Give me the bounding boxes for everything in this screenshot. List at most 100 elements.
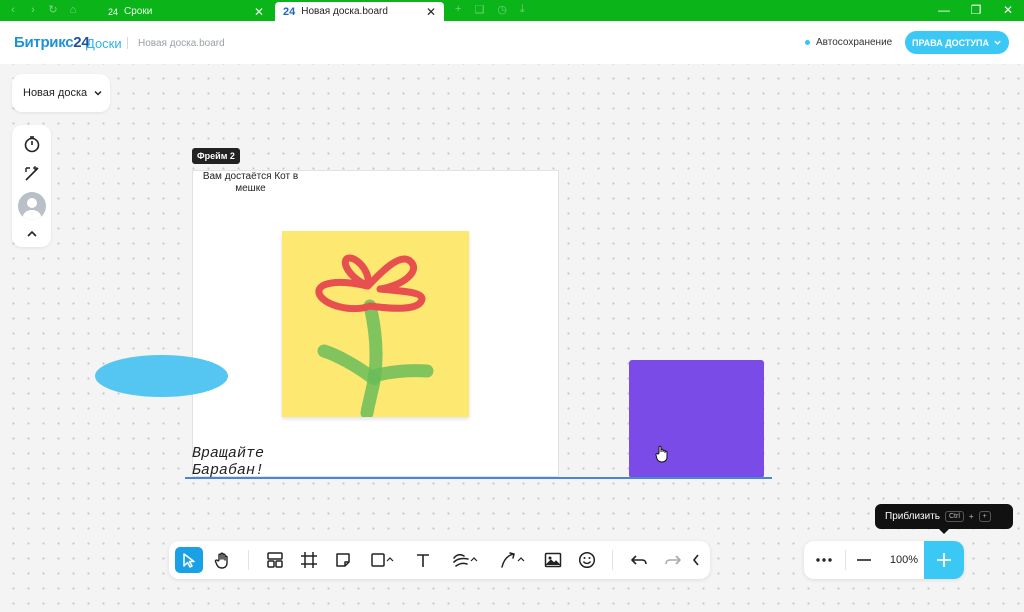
pen-tool-button[interactable]: [447, 547, 483, 573]
chevron-up-icon: [26, 230, 37, 237]
tooltip-key-plus: +: [968, 512, 974, 521]
zoom-level[interactable]: 100%: [884, 547, 924, 573]
tooltip-label: Приблизить: [885, 511, 940, 522]
hand-cursor-icon: [655, 445, 668, 463]
laser-pointer-button[interactable]: [12, 164, 51, 182]
zoom-divider: [845, 550, 846, 570]
tooltip-key-ctrl: Ctrl: [945, 511, 964, 522]
minimize-icon[interactable]: —: [928, 0, 960, 21]
browser-nav-icons: ‹ › ↻ ⌂: [6, 3, 80, 17]
sticky-note-icon: [336, 553, 350, 567]
zoom-in-button[interactable]: [924, 541, 964, 579]
undo-icon: [631, 555, 647, 565]
rectangle-shape[interactable]: [629, 360, 764, 478]
emoji-icon: [578, 551, 596, 569]
home-icon[interactable]: ⌂: [66, 3, 80, 17]
redo-icon: [665, 555, 681, 565]
status-dot-icon: [805, 40, 810, 45]
text-icon: [417, 554, 429, 567]
text-tool-button[interactable]: [409, 547, 437, 573]
hand-icon: [214, 552, 228, 569]
new-tab-icon[interactable]: +: [455, 3, 461, 16]
minus-icon: [857, 559, 871, 561]
close-window-icon[interactable]: ✕: [992, 0, 1024, 21]
caret-up-icon: [470, 557, 478, 562]
user-avatar-button[interactable]: [12, 192, 51, 220]
ellipse-shape[interactable]: [95, 355, 228, 397]
caret-up-icon: [517, 557, 525, 562]
zoom-out-button[interactable]: [852, 547, 876, 573]
frame-icon: [301, 552, 317, 568]
tab-close-icon[interactable]: ✕: [426, 5, 436, 19]
bitrix24-logo[interactable]: Битрикс24: [14, 34, 90, 51]
timer-icon: [24, 136, 39, 153]
frame-text[interactable]: Вам достаётся Кот в мешке: [198, 171, 303, 195]
header-divider: [127, 37, 128, 49]
bottom-toolbar: [169, 541, 710, 579]
tab-label: Новая доска.board: [301, 6, 388, 17]
document-title: Новая доска.board: [138, 38, 225, 49]
tab-new-board[interactable]: 24 Новая доска.board ✕: [275, 2, 444, 21]
back-icon[interactable]: ‹: [6, 3, 20, 17]
templates-button[interactable]: [261, 547, 289, 573]
tab-label: Сроки: [124, 6, 153, 17]
spin-drum-text[interactable]: Вращайте Барабан!: [192, 445, 264, 479]
autosave-label: Автосохранение: [816, 37, 893, 48]
logo-suffix: Доски: [86, 36, 122, 51]
plus-icon: [937, 553, 951, 567]
chevron-left-icon: [692, 554, 699, 566]
caret-up-icon: [386, 557, 394, 562]
pen-icon: [453, 553, 469, 567]
bitrix-favicon-icon: 24: [283, 5, 296, 18]
chevron-down-icon: [994, 40, 1001, 45]
downloads-icon[interactable]: ⤓: [520, 3, 525, 16]
zoom-in-tooltip: Приблизить Ctrl + +: [875, 504, 1013, 529]
chevron-down-icon: [94, 90, 102, 96]
tab-close-icon[interactable]: ✕: [254, 5, 264, 19]
redo-button[interactable]: [659, 547, 687, 573]
tooltip-key-plus: +: [978, 511, 991, 522]
timer-button[interactable]: [12, 135, 51, 153]
toolbar-divider: [248, 550, 249, 570]
laser-pointer-icon: [24, 166, 39, 181]
logo-text: Битрикс: [14, 34, 74, 51]
maximize-icon[interactable]: ❐: [960, 0, 992, 21]
left-toolbar: [12, 125, 51, 247]
reload-icon[interactable]: ↻: [46, 3, 60, 17]
select-icon: [183, 553, 195, 568]
undo-button[interactable]: [625, 547, 653, 573]
tab-sroki[interactable]: 24 Сроки ✕: [100, 2, 272, 21]
connector-tool-button[interactable]: [495, 547, 529, 573]
tooltip-arrow: [939, 529, 949, 534]
hand-tool-button[interactable]: [209, 547, 237, 573]
avatar: [17, 192, 46, 220]
more-options-button[interactable]: [812, 547, 836, 573]
connector-icon: [501, 552, 515, 568]
board-dropdown-label: Новая доска: [23, 87, 88, 99]
shape-tool-button[interactable]: [365, 547, 399, 573]
line-shape[interactable]: [185, 477, 772, 479]
more-dots-icon: [816, 558, 832, 562]
collapse-panel-button[interactable]: [12, 227, 51, 241]
frame-tool-button[interactable]: [295, 547, 323, 573]
history-icon[interactable]: ◷: [497, 3, 507, 16]
emoji-button[interactable]: [573, 547, 601, 573]
frame-label[interactable]: Фрейм 2: [192, 148, 240, 164]
forward-icon[interactable]: ›: [26, 3, 40, 17]
access-rights-button[interactable]: ПРАВА ДОСТУПА: [905, 31, 1009, 54]
access-rights-label: ПРАВА ДОСТУПА: [912, 37, 989, 48]
image-upload-button[interactable]: [539, 547, 567, 573]
flower-drawing: [315, 254, 434, 420]
flower-stem: [317, 299, 434, 420]
bitrix-favicon-icon: 24: [108, 6, 119, 17]
select-tool-button[interactable]: [175, 547, 203, 573]
app-header: Битрикс24 Доски Новая доска.board Автосо…: [0, 21, 1024, 64]
sticky-note[interactable]: [282, 231, 469, 420]
collapse-toolbar-button[interactable]: [687, 547, 705, 573]
templates-icon: [267, 552, 283, 568]
browser-tab-bar: ‹ › ↻ ⌂ 24 Сроки ✕ 24 Новая доска.board …: [0, 0, 1024, 21]
board-dropdown[interactable]: Новая доска: [12, 74, 110, 112]
collections-icon[interactable]: ❑: [474, 3, 484, 16]
sticky-note-button[interactable]: [329, 547, 357, 573]
image-icon: [544, 552, 562, 568]
